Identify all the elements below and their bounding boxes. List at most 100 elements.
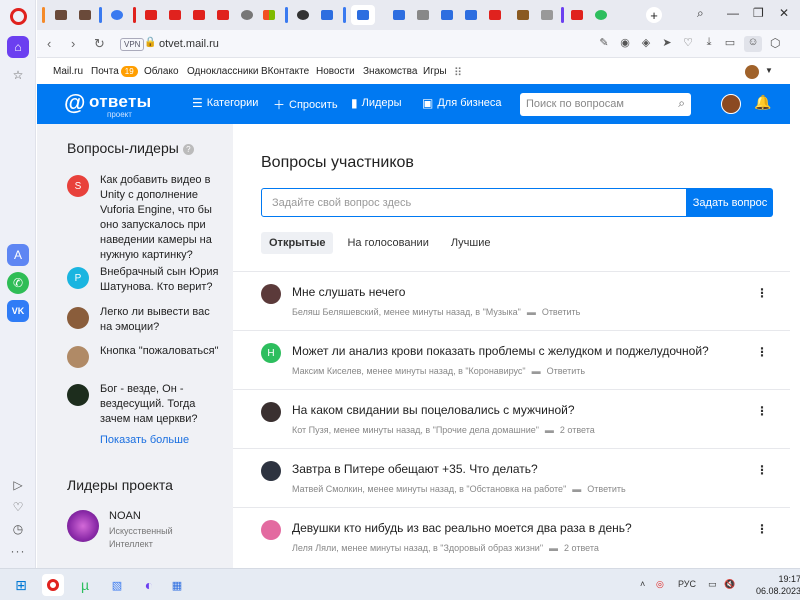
snapshot-icon[interactable]: ▭	[723, 36, 737, 52]
question-title[interactable]: Может ли анализ крови показать проблемы …	[292, 344, 709, 358]
tab[interactable]	[461, 5, 481, 25]
url-field[interactable]: otvet.mail.ru	[159, 38, 219, 50]
media-player-icon[interactable]: ◐	[138, 574, 160, 596]
nav-categories[interactable]: ☰ Категории	[192, 96, 258, 110]
display-icon[interactable]: ▭	[708, 579, 717, 590]
more-icon[interactable]: ⋮	[756, 463, 768, 477]
tab[interactable]	[259, 5, 279, 25]
more-icon[interactable]: ⋮	[756, 404, 768, 418]
tab[interactable]	[165, 5, 185, 25]
tab[interactable]	[591, 5, 611, 25]
answer-count[interactable]: 2 ответа	[564, 543, 599, 553]
question-title[interactable]: Девушки кто нибудь из вас реально моется…	[292, 521, 632, 535]
reload-icon[interactable]: ↻	[94, 36, 105, 52]
vk-icon[interactable]: VK	[7, 300, 29, 322]
heart-icon[interactable]: ♡	[7, 496, 29, 518]
tab[interactable]	[293, 5, 313, 25]
player-icon[interactable]: ▷	[7, 474, 29, 496]
avatar[interactable]	[261, 520, 281, 540]
bell-icon[interactable]: 🔔	[754, 94, 771, 111]
tab[interactable]	[141, 5, 161, 25]
maximize-icon[interactable]: ❐	[753, 6, 764, 20]
windows-start-icon[interactable]: ⊞	[10, 574, 32, 596]
tab-best[interactable]: Лучшие	[443, 232, 499, 254]
history-icon[interactable]: ◷	[7, 518, 29, 540]
ask-question-button[interactable]: Задать вопрос	[687, 188, 773, 217]
table-row[interactable]: Девушки кто нибудь из вас реально моется…	[233, 507, 790, 566]
table-row[interactable]: Н Может ли анализ крови показать проблем…	[233, 330, 790, 389]
nav-mailru[interactable]: Mail.ru	[53, 66, 83, 77]
send-icon[interactable]: ➤	[660, 36, 674, 52]
ask-question-input[interactable]: Задайте свой вопрос здесь	[261, 188, 687, 217]
whatsapp-icon[interactable]: ✆	[7, 272, 29, 294]
back-icon[interactable]: ‹	[47, 36, 51, 51]
close-icon[interactable]: ✕	[779, 6, 789, 20]
search-input[interactable]: Поиск по вопросам ⌕	[520, 93, 691, 116]
avatar[interactable]	[721, 94, 741, 114]
nav-ask[interactable]: ＋ Спросить	[273, 96, 338, 113]
more-icon[interactable]: ⋮	[756, 345, 768, 359]
language-indicator[interactable]: РУС	[678, 579, 696, 589]
shield-icon[interactable]: ◈	[639, 36, 653, 52]
opera-logo-icon[interactable]	[10, 8, 27, 25]
nav-ok[interactable]: Одноклассники	[187, 66, 258, 77]
tab[interactable]	[75, 5, 95, 25]
table-row[interactable]: Мне слушать нечего Беляш Беляшевский, ме…	[233, 271, 790, 330]
system-clock[interactable]: 19:17 06.08.2023	[756, 573, 800, 597]
chevron-down-icon[interactable]: ▼	[765, 66, 773, 75]
nav-vk[interactable]: ВКонтакте	[261, 66, 309, 77]
heart-icon[interactable]: ♡	[681, 36, 695, 52]
answer-link[interactable]: Ответить	[547, 366, 585, 376]
tab[interactable]	[107, 5, 127, 25]
answer-link[interactable]: Ответить	[542, 307, 580, 317]
more-icon[interactable]: ···	[7, 540, 29, 562]
avatar[interactable]	[261, 402, 281, 422]
lock-icon[interactable]: 🔒	[144, 37, 156, 48]
more-icon[interactable]: ⋮	[756, 286, 768, 300]
nav-business[interactable]: ▣ Для бизнеса	[422, 96, 502, 110]
question-title[interactable]: На каком свидании вы поцеловались с мужч…	[292, 403, 575, 417]
nav-cloud[interactable]: Облако	[144, 66, 179, 77]
tray-app-icon[interactable]: ◎	[656, 579, 664, 590]
tab[interactable]	[485, 5, 505, 25]
tab[interactable]	[189, 5, 209, 25]
camera-icon[interactable]: ◉	[618, 36, 632, 52]
tab[interactable]	[513, 5, 533, 25]
answer-count[interactable]: 2 ответа	[560, 425, 595, 435]
star-icon[interactable]: ☆	[7, 64, 29, 86]
avatar[interactable]	[261, 461, 281, 481]
nav-leaders[interactable]: ▮ Лидеры	[351, 96, 402, 110]
brand-name[interactable]: ответы	[89, 92, 151, 112]
profile-icon[interactable]: ☺	[744, 36, 762, 52]
minimize-icon[interactable]: —	[727, 6, 739, 20]
home-icon[interactable]: ⌂	[7, 36, 29, 58]
extensions-icon[interactable]: ⬡	[770, 36, 780, 50]
tab[interactable]	[213, 5, 233, 25]
avatar[interactable]	[261, 284, 281, 304]
monitor-icon[interactable]: ▦	[166, 574, 188, 596]
help-icon[interactable]: ?	[182, 144, 194, 155]
app-store-icon[interactable]: A	[7, 244, 29, 266]
tab-open[interactable]: Открытые	[261, 232, 334, 254]
more-icon[interactable]: ⋮	[756, 522, 768, 536]
search-icon[interactable]: ⌕	[678, 96, 685, 111]
table-row[interactable]: Завтра в Питере обещают +35. Что делать?…	[233, 448, 790, 507]
nav-games[interactable]: Игры	[423, 66, 447, 77]
nav-dating[interactable]: Знакомства	[363, 66, 417, 77]
show-more-link[interactable]: Показать больше	[100, 434, 189, 446]
tab-active[interactable]	[351, 5, 375, 25]
tab[interactable]	[237, 5, 257, 25]
answer-link[interactable]: Ответить	[587, 484, 625, 494]
opera-taskbar-icon[interactable]	[42, 574, 64, 596]
utorrent-icon[interactable]: µ	[74, 574, 96, 596]
brand-logo-icon[interactable]: @	[64, 90, 85, 116]
avatar[interactable]: Н	[261, 343, 281, 363]
tab[interactable]	[437, 5, 457, 25]
tab[interactable]	[51, 5, 71, 25]
edit-icon[interactable]: ✎	[597, 36, 611, 52]
tab[interactable]	[317, 5, 337, 25]
forward-icon[interactable]: ›	[71, 36, 75, 51]
tab[interactable]	[389, 5, 409, 25]
table-row[interactable]: На каком свидании вы поцеловались с мужч…	[233, 389, 790, 448]
apps-grid-icon[interactable]: ⠿	[454, 66, 462, 79]
